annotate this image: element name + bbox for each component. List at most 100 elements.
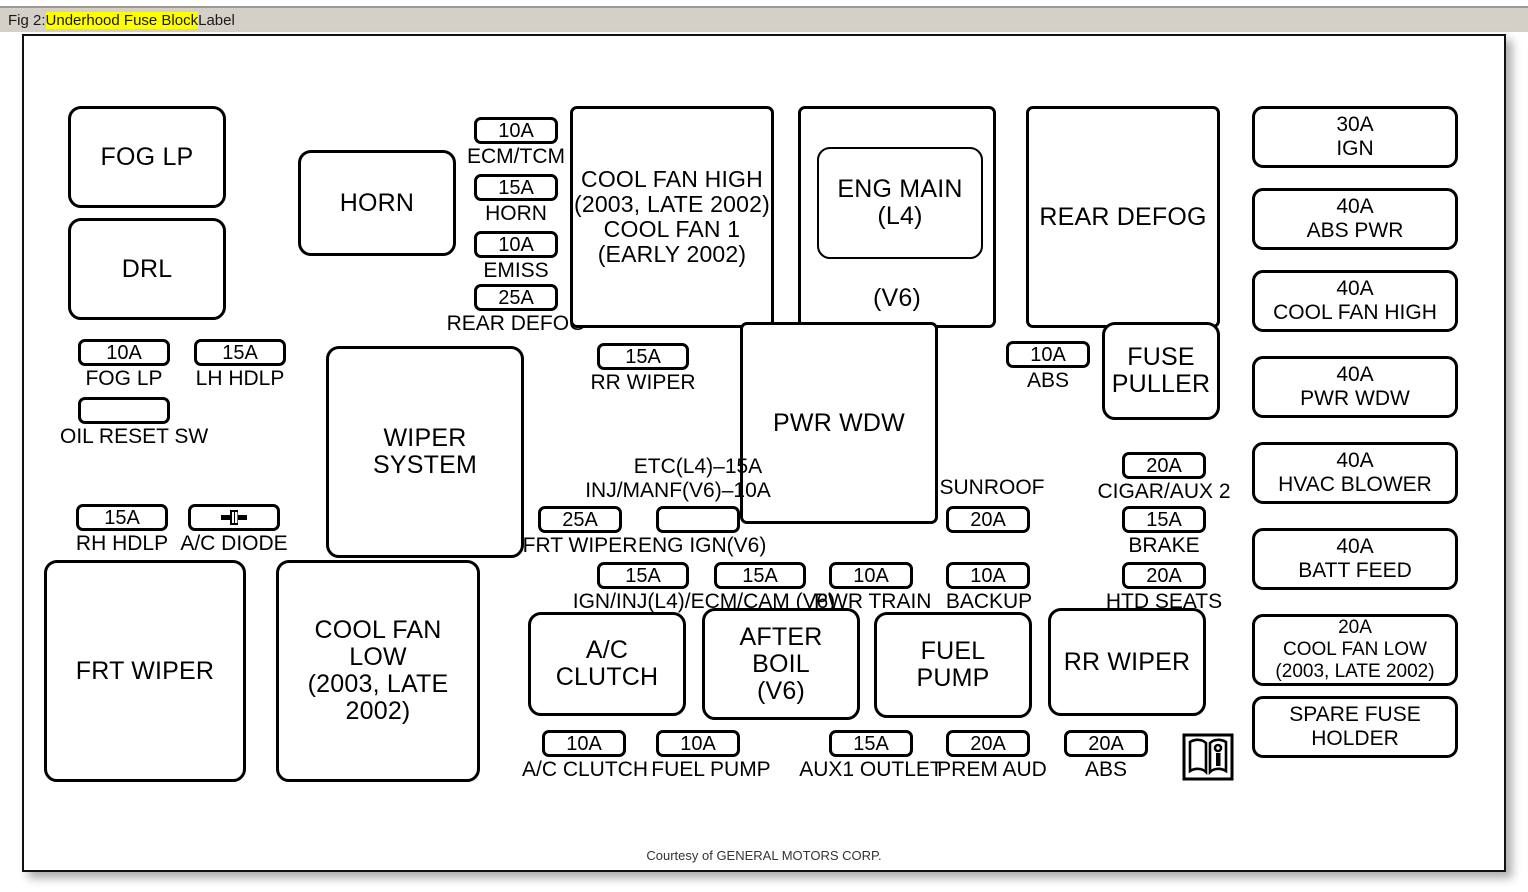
relay-eng-main-v6-label: (V6) [872,284,922,312]
maxi-batt-feed-label: BATT FEED [1298,559,1412,582]
fuse-eng-ign-v6[interactable] [656,506,740,533]
relay-frt-wiper-label: FRT WIPER [75,656,215,685]
relay-rr-wiper-label: RR WIPER [1063,647,1191,676]
fuse-cigar-aux2[interactable]: 20A [1122,452,1206,479]
fuse-abs-bottom-label: ABS [1084,758,1128,781]
fuse-prem-aud[interactable]: 20A [946,730,1030,757]
relay-cool-fan-low-line4: 2002) [345,697,411,725]
fuse-emiss[interactable]: 10A [474,231,558,258]
relay-frt-wiper[interactable]: FRT WIPER [44,560,246,782]
fuse-ac-clutch-amp: 10A [566,732,602,755]
fuse-pwr-train[interactable]: 10A [829,562,913,589]
fuse-rear-defog-amp: 25A [498,286,534,309]
relay-after-boil[interactable]: AFTER BOIL (V6) [702,608,860,720]
fuse-fuel-pump[interactable]: 10A [656,730,740,757]
relay-cool-fan-high[interactable]: COOL FAN HIGH (2003, LATE 2002) COOL FAN… [570,106,774,328]
fuse-horn-amp: 15A [498,176,534,199]
maxi-cool-fan-high-label: COOL FAN HIGH [1273,301,1437,324]
fuse-ecm-tcm[interactable]: 10A [474,117,558,144]
fuse-rr-wiper-amp: 15A [625,345,661,368]
relay-fuel-pump-line2: PUMP [916,664,990,692]
fuse-pwr-train-amp: 10A [853,564,889,587]
fuse-ecm-tcm-amp: 10A [498,119,534,142]
maxi-fuse-cool-fan-low[interactable]: 20A COOL FAN LOW (2003, LATE 2002) [1252,614,1458,686]
fuse-sunroof[interactable]: 20A [946,506,1030,533]
maxi-fuse-batt-feed[interactable]: 40A BATT FEED [1252,528,1458,590]
relay-fuse-puller[interactable]: FUSE PULLER [1102,322,1220,420]
fuse-ac-diode[interactable] [188,504,280,531]
relay-after-boil-line3: (V6) [756,676,805,705]
fuse-emiss-label: EMISS [483,259,549,282]
maxi-fuse-pwr-wdw[interactable]: 40A PWR WDW [1252,356,1458,418]
relay-rear-defog[interactable]: REAR DEFOG [1026,106,1220,328]
maxi-spare-holder-label: SPARE FUSE [1289,702,1421,726]
fuse-sunroof-label: SUNROOF [939,476,1045,499]
maxi-fuse-abs-pwr[interactable]: 40A ABS PWR [1252,188,1458,250]
relay-rr-wiper[interactable]: RR WIPER [1048,608,1206,716]
fuse-abs-top-label: ABS [1026,369,1070,392]
relay-eng-main-line1: ENG MAIN [837,175,963,203]
relay-ac-clutch-line2: CLUTCH [555,663,659,691]
fuse-lh-hdlp[interactable]: 15A [194,339,286,366]
fuse-oil-reset-sw[interactable] [78,397,170,424]
fuse-rear-defog[interactable]: 25A [474,284,558,311]
caption-etc-l4: ETC(L4)–15A [633,455,763,478]
fuse-cigar-aux2-label: CIGAR/AUX 2 [1097,480,1231,503]
relay-fuel-pump[interactable]: FUEL PUMP [874,612,1032,718]
relay-eng-main-outer[interactable]: ENG MAIN (L4) (V6) [798,106,996,328]
fuse-brake-label: BRAKE [1128,534,1200,557]
fuse-horn[interactable]: 15A [474,174,558,201]
maxi-cool-fan-low-amp: 20A [1338,616,1372,638]
fuse-ac-clutch[interactable]: 10A [542,730,626,757]
fuse-rh-hdlp[interactable]: 15A [76,504,168,531]
maxi-cool-fan-high-amp: 40A [1336,276,1374,300]
fuse-puller-line2: PULLER [1111,370,1211,398]
relay-drl[interactable]: DRL [68,218,226,320]
fuse-htd-seats[interactable]: 20A [1122,562,1206,589]
relay-after-boil-line2: BOIL [752,649,810,678]
relay-horn[interactable]: HORN [298,150,456,256]
relay-fog-lp[interactable]: FOG LP [68,106,226,208]
figure-caption-bar: Fig 2: Underhood Fuse Block Label [0,6,1528,32]
maxi-hvac-blower-label: HVAC BLOWER [1278,473,1432,496]
fuse-emiss-amp: 10A [498,233,534,256]
credit-line: Courtesy of GENERAL MOTORS CORP. [646,848,882,863]
relay-eng-main-inner[interactable]: ENG MAIN (L4) [817,147,983,259]
relay-ac-clutch[interactable]: A/C CLUTCH [528,612,686,716]
fuse-aux1-outlet-label: AUX1 OUTLET [799,758,943,781]
fuse-eng-ign-v6-label: ENG IGN(V6) [638,534,767,557]
relay-cool-fan-high-line3: COOL FAN 1 [603,216,741,242]
relay-wiper-system[interactable]: WIPER SYSTEM [326,346,524,558]
fuse-abs-top[interactable]: 10A [1006,341,1090,368]
fuse-rh-hdlp-amp: 15A [104,506,140,529]
maxi-fuse-spare-holder[interactable]: SPARE FUSE HOLDER [1252,696,1458,758]
relay-fog-lp-label: FOG LP [100,142,194,171]
fuse-brake[interactable]: 15A [1122,506,1206,533]
relay-cool-fan-low[interactable]: COOL FAN LOW (2003, LATE 2002) [276,560,480,782]
fuse-fog-lp-amp: 10A [106,341,142,364]
fuse-ign-inj-l4[interactable]: 15A [597,562,689,589]
fuse-sunroof-amp: 20A [970,508,1006,531]
relay-cool-fan-low-line2: LOW [349,643,407,671]
relay-horn-label: HORN [339,188,415,217]
relay-drl-label: DRL [121,254,173,283]
fuse-ecm-cam-v6[interactable]: 15A [714,562,806,589]
fuse-rr-wiper[interactable]: 15A [597,343,689,370]
fuse-frt-wiper[interactable]: 25A [538,506,622,533]
maxi-fuse-hvac-blower[interactable]: 40A HVAC BLOWER [1252,442,1458,504]
maxi-fuse-cool-fan-high[interactable]: 40A COOL FAN HIGH [1252,270,1458,332]
relay-rear-defog-label: REAR DEFOG [1039,202,1207,231]
fuse-abs-bottom[interactable]: 20A [1064,730,1148,757]
fuse-aux1-outlet-amp: 15A [853,732,889,755]
fuse-ign-inj-l4-amp: 15A [625,564,661,587]
screenshot-root: Fig 2: Underhood Fuse Block Label FOG LP… [0,0,1528,892]
fuse-fog-lp[interactable]: 10A [78,339,170,366]
maxi-fuse-ign[interactable]: 30A IGN [1252,106,1458,168]
fuse-oil-reset-sw-label: OIL RESET SW [60,425,209,448]
fuse-fuel-pump-amp: 10A [680,732,716,755]
fuse-aux1-outlet[interactable]: 15A [829,730,913,757]
fuse-ecm-cam-v6-amp: 15A [742,564,778,587]
relay-cool-fan-high-line1: COOL FAN HIGH [581,166,763,193]
fuse-block-diagram: FOG LP DRL 10A FOG LP 15A LH HDLP OIL RE… [24,36,1504,870]
fuse-backup[interactable]: 10A [946,562,1030,589]
